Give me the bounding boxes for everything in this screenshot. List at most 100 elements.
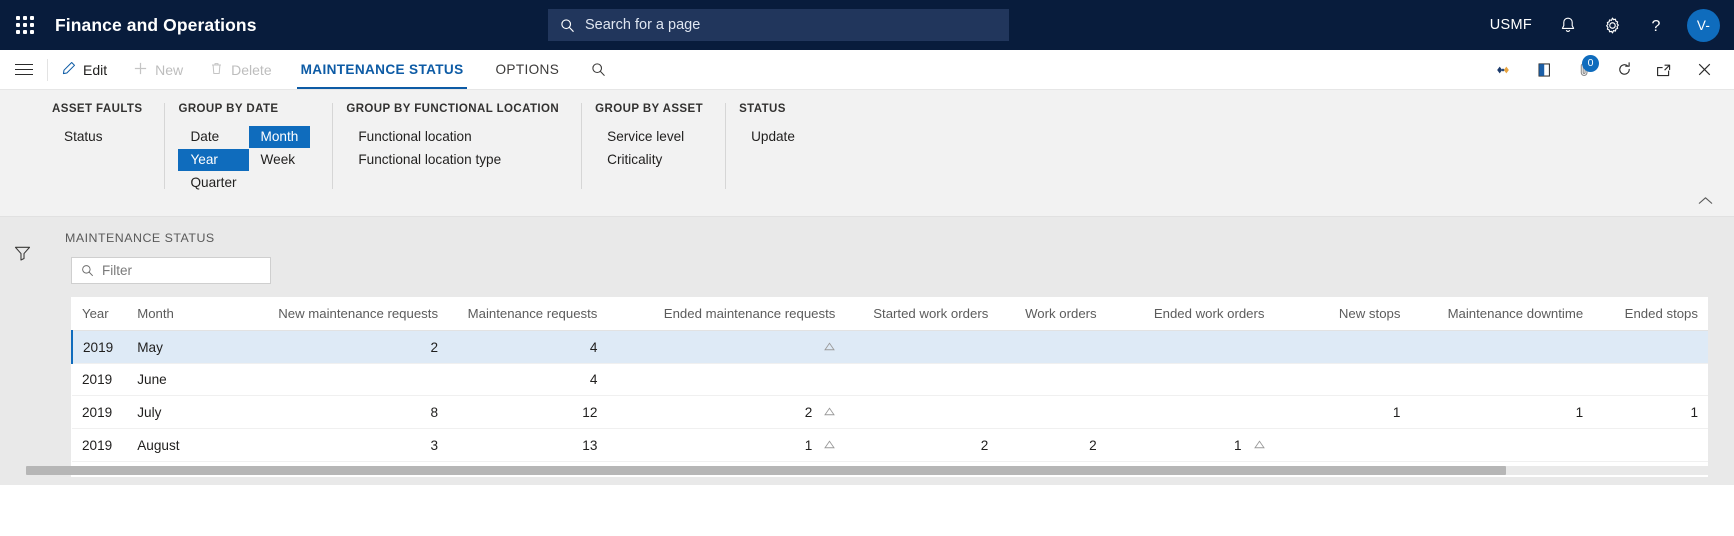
grid-cell-ended_maintenance_requests[interactable] — [607, 330, 846, 364]
grid-filter-box[interactable] — [71, 257, 271, 284]
grid-cell-maintenance_requests[interactable]: 4 — [448, 363, 608, 396]
global-search-box[interactable] — [548, 9, 1009, 41]
grid-column-header-month[interactable]: Month — [127, 297, 253, 331]
grid-cell-started_work_orders[interactable] — [845, 395, 999, 429]
grid-column-header-ended_work_orders[interactable]: Ended work orders — [1106, 297, 1275, 331]
ribbon-item-criticality[interactable]: Criticality — [595, 149, 696, 171]
funnel-filter-icon[interactable] — [14, 245, 31, 485]
grid-column-header-work_orders[interactable]: Work orders — [998, 297, 1107, 331]
grid-cell-year[interactable]: 2019 — [71, 330, 128, 364]
grid-cell-ended_maintenance_requests[interactable]: 1 — [607, 428, 846, 462]
edit-button[interactable]: Edit — [48, 50, 120, 89]
grid-cell-ended_work_orders[interactable] — [1106, 395, 1275, 429]
grid-cell-year[interactable]: 2019 — [72, 395, 128, 429]
grid-cell-new_maintenance_requests[interactable]: 2 — [252, 330, 449, 364]
ribbon-item-service-level[interactable]: Service level — [595, 126, 696, 148]
user-avatar[interactable]: V- — [1687, 8, 1720, 42]
grid-cell-new_stops[interactable]: 1 — [1274, 395, 1411, 429]
grid-cell-new_stops[interactable] — [1274, 363, 1411, 396]
ribbon-item-date[interactable]: Date — [178, 126, 248, 148]
open-in-office-icon[interactable] — [1527, 50, 1561, 90]
grid-cell-ended_work_orders[interactable]: 1 — [1106, 428, 1275, 462]
grid-cell-maintenance_downtime[interactable] — [1410, 330, 1594, 364]
grid-cell-work_orders[interactable] — [998, 395, 1107, 429]
grid-cell-ended_stops[interactable] — [1593, 363, 1708, 396]
grid-cell-month[interactable]: May — [127, 330, 253, 364]
table-row[interactable]: 2019 May 2 4 — [71, 330, 1708, 364]
grid-cell-started_work_orders[interactable] — [845, 330, 999, 364]
grid-column-header-new_stops[interactable]: New stops — [1274, 297, 1411, 331]
table-row[interactable]: 2019 August 3 13 1 2 2 1 — [72, 428, 1708, 462]
grid-cell-ended_maintenance_requests[interactable]: 2 — [607, 395, 846, 429]
ribbon-item-update[interactable]: Update — [739, 126, 807, 148]
action-pane-search-icon[interactable] — [575, 50, 621, 89]
grid-cell-new_stops[interactable] — [1274, 428, 1411, 462]
ribbon-item-quarter[interactable]: Quarter — [178, 172, 248, 194]
grid-column-header-started_work_orders[interactable]: Started work orders — [845, 297, 999, 331]
grid-cell-ended_maintenance_requests[interactable] — [607, 363, 846, 396]
horizontal-scrollbar[interactable] — [26, 466, 1708, 475]
tab-options[interactable]: OPTIONS — [479, 50, 575, 89]
grid-column-header-maintenance_downtime[interactable]: Maintenance downtime — [1410, 297, 1594, 331]
expand-triangle-icon[interactable] — [824, 404, 836, 419]
grid-filter-input[interactable] — [102, 263, 261, 278]
grid-cell-month[interactable]: August — [127, 428, 253, 462]
grid-cell-work_orders[interactable] — [998, 330, 1107, 364]
grid-cell-ended_work_orders[interactable] — [1106, 363, 1275, 396]
help-question-icon[interactable]: ? — [1634, 0, 1678, 50]
grid-cell-started_work_orders[interactable] — [845, 363, 999, 396]
grid-cell-month[interactable]: July — [127, 395, 253, 429]
grid-cell-year[interactable]: 2019 — [72, 428, 128, 462]
grid-cell-maintenance_downtime[interactable] — [1410, 363, 1594, 396]
grid-cell-new_maintenance_requests[interactable]: 8 — [252, 395, 449, 429]
relationships-diamond-icon[interactable] — [1487, 50, 1521, 90]
grid-cell-ended_stops[interactable] — [1593, 428, 1708, 462]
ribbon-item-week[interactable]: Week — [249, 149, 311, 171]
app-launcher-grid-icon[interactable] — [0, 0, 50, 50]
notifications-bell-icon[interactable] — [1546, 0, 1590, 50]
grid-cell-year[interactable]: 2019 — [72, 363, 128, 396]
grid-cell-work_orders[interactable] — [998, 363, 1107, 396]
grid-cell-maintenance_downtime[interactable] — [1410, 428, 1594, 462]
ribbon-item-functional-location[interactable]: Functional location — [346, 126, 513, 148]
popout-window-icon[interactable] — [1647, 50, 1681, 90]
attachments-icon[interactable]: 0 — [1567, 50, 1601, 90]
grid-cell-new_maintenance_requests[interactable]: 3 — [252, 428, 449, 462]
grid-cell-maintenance_requests[interactable]: 13 — [448, 428, 608, 462]
search-input[interactable] — [585, 9, 997, 41]
grid-column-header-year[interactable]: Year — [72, 297, 128, 331]
table-row[interactable]: 2019 June 4 — [72, 363, 1708, 396]
grid-cell-new_stops[interactable] — [1274, 330, 1411, 364]
grid-cell-ended_work_orders[interactable] — [1106, 330, 1275, 364]
chevron-up-icon[interactable] — [1694, 190, 1716, 212]
grid-cell-ended_stops[interactable] — [1593, 330, 1708, 364]
table-row[interactable]: 2019 July 8 12 2 1 1 1 — [72, 395, 1708, 429]
grid-cell-maintenance_requests[interactable]: 4 — [448, 330, 608, 364]
grid-cell-month[interactable]: June — [127, 363, 253, 396]
grid-cell-started_work_orders[interactable]: 2 — [845, 428, 999, 462]
expand-triangle-icon[interactable] — [824, 339, 836, 354]
ribbon-item-month[interactable]: Month — [248, 126, 311, 148]
grid-column-header-ended_maintenance_requests[interactable]: Ended maintenance requests — [607, 297, 846, 331]
company-selector[interactable]: USMF — [1476, 17, 1546, 33]
grid-column-header-maintenance_requests[interactable]: Maintenance requests — [448, 297, 608, 331]
grid-cell-work_orders[interactable]: 2 — [998, 428, 1107, 462]
new-button[interactable]: New — [120, 50, 196, 89]
tab-maintenance-status[interactable]: MAINTENANCE STATUS — [285, 50, 480, 89]
grid-cell-maintenance_downtime[interactable]: 1 — [1410, 395, 1594, 429]
close-icon[interactable] — [1687, 50, 1721, 90]
delete-button[interactable]: Delete — [196, 50, 284, 89]
grid-cell-new_maintenance_requests[interactable] — [252, 363, 449, 396]
grid-column-header-new_maintenance_requests[interactable]: New maintenance requests — [252, 297, 449, 331]
refresh-icon[interactable] — [1607, 50, 1641, 90]
ribbon-item-functional-location-type[interactable]: Functional location type — [346, 149, 513, 171]
grid-cell-maintenance_requests[interactable]: 12 — [448, 395, 608, 429]
expand-triangle-icon[interactable] — [1253, 437, 1265, 452]
expand-triangle-icon[interactable] — [824, 437, 836, 452]
hamburger-menu-icon[interactable] — [0, 50, 47, 89]
horizontal-scrollbar-thumb[interactable] — [26, 466, 1507, 475]
ribbon-item-status[interactable]: Status — [52, 126, 115, 148]
settings-gear-icon[interactable] — [1590, 0, 1634, 50]
grid-cell-ended_stops[interactable]: 1 — [1593, 395, 1708, 429]
grid-column-header-ended_stops[interactable]: Ended stops — [1593, 297, 1708, 331]
